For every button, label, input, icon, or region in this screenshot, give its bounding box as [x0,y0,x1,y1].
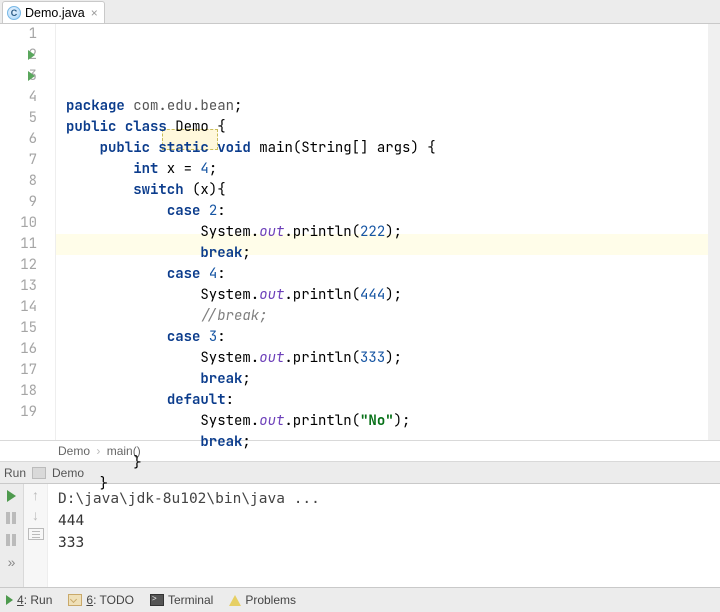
down-arrow-icon[interactable]: ↓ [32,508,39,522]
soft-wrap-icon[interactable] [28,528,44,540]
tab-todo[interactable]: 6: TODO [68,593,134,607]
file-tab-demo[interactable]: C Demo.java × [2,1,105,23]
play-icon [7,490,16,502]
pause-button[interactable] [4,532,20,548]
line-number: 13 [0,276,37,297]
line-number: 19 [0,402,37,423]
run-toolbar: » [0,484,24,587]
line-number: 15 [0,318,37,339]
line-number: 10 [0,213,37,234]
line-number: 7 [0,150,37,171]
line-number: 5 [0,108,37,129]
line-number: 3 [0,66,37,87]
tool-window-tabs: 4: Run 6: TODO Terminal Problems [0,588,720,612]
tab-bar: C Demo.java × [0,0,720,24]
line-number: 6 [0,129,37,150]
line-number: 8 [0,171,37,192]
stop-button[interactable] [4,510,20,526]
tab-terminal[interactable]: Terminal [150,593,213,607]
line-number: 9 [0,192,37,213]
run-gutter-icon[interactable] [28,50,35,60]
tab-label: Demo.java [25,6,85,20]
line-number: 11 [0,234,37,255]
console-line: 333 [58,532,710,554]
tab-run-label: : Run [24,593,53,607]
tab-problems-label: Problems [245,593,296,607]
line-number: 18 [0,381,37,402]
run-panel-title: Run [4,466,26,480]
line-number: 1 [0,24,37,45]
run-config-icon [32,467,46,479]
close-icon[interactable]: × [91,6,98,20]
tab-run[interactable]: 4: Run [6,593,52,607]
line-number: 17 [0,360,37,381]
todo-icon [68,594,82,606]
warning-icon [229,595,241,606]
line-number: 12 [0,255,37,276]
tab-todo-label: : TODO [93,593,134,607]
console-nav: ↑ ↓ [24,484,48,587]
line-number: 2 [0,45,37,66]
code-editor[interactable]: 1 2 3 4 5 6 7 8 9 10 11 12 13 14 15 16 1… [0,24,720,440]
play-icon [6,595,13,605]
line-number: 4 [0,87,37,108]
line-gutter: 1 2 3 4 5 6 7 8 9 10 11 12 13 14 15 16 1… [0,24,56,440]
code-area[interactable]: package com.edu.bean;public class Demo {… [56,24,720,440]
line-number: 16 [0,339,37,360]
tab-problems[interactable]: Problems [229,593,296,607]
more-actions[interactable]: » [4,554,20,570]
terminal-icon [150,594,164,606]
run-gutter-icon[interactable] [28,71,35,81]
line-number: 14 [0,297,37,318]
run-button[interactable] [4,488,20,504]
up-arrow-icon[interactable]: ↑ [32,488,39,502]
class-icon: C [7,6,21,20]
tab-terminal-label: Terminal [168,593,213,607]
